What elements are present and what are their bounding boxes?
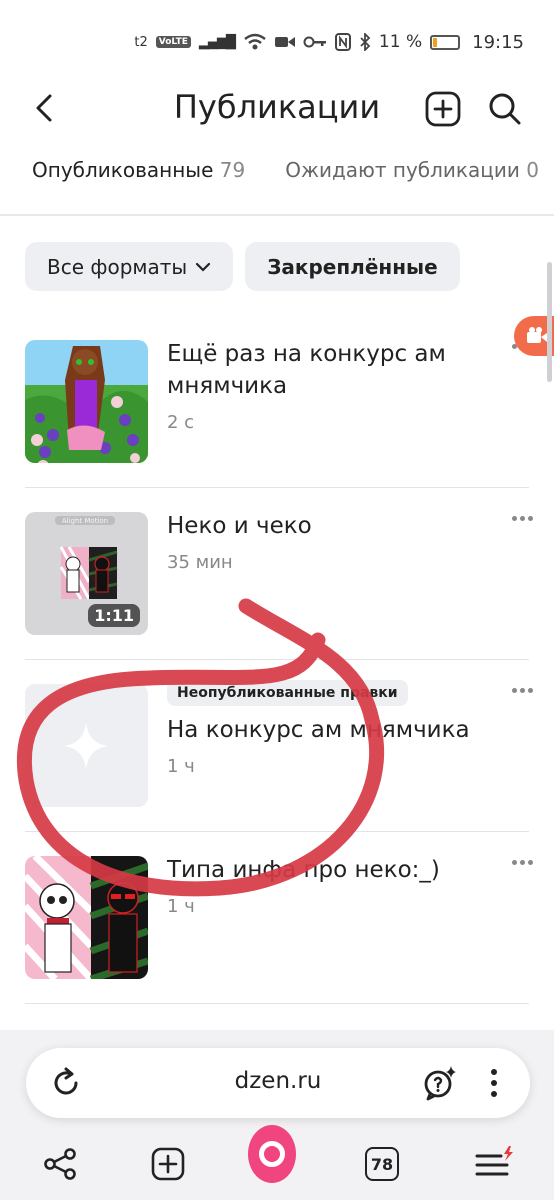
video-camera-icon [274, 37, 295, 47]
sparkle-placeholder-icon [63, 722, 109, 770]
record-icon [527, 327, 547, 343]
bluetooth-icon [360, 33, 371, 51]
publication-time: 35 мин [167, 552, 233, 573]
tabs-switcher-button[interactable]: 78 [358, 1140, 406, 1188]
watermark-text: Alight Motion [62, 517, 108, 525]
filter-chips: Все форматы Закреплённые [25, 242, 460, 291]
page-title: Публикации [173, 88, 381, 126]
clock: 19:15 [472, 31, 524, 53]
publication-title: Неко и чеко [167, 513, 312, 539]
publication-item[interactable]: Типа инфа про неко:_) 1 ч [0, 832, 554, 1004]
reload-button[interactable] [46, 1063, 86, 1103]
search-button[interactable] [486, 90, 524, 128]
add-square-icon [151, 1147, 185, 1181]
main-menu-button[interactable] [470, 1140, 518, 1188]
tab-count: 79 [219, 158, 246, 182]
publication-text: Неко и чеко 35 мин [167, 510, 494, 573]
chevron-down-icon [196, 262, 211, 272]
tab-label: Ожидают публикации [285, 158, 520, 182]
publication-time: 1 ч [167, 896, 195, 917]
app-header: Публикации [0, 84, 554, 132]
pinned-filter-chip[interactable]: Закреплённые [245, 242, 460, 291]
publication-tabs: Опубликованные 79 Ожидают публикации 0 [0, 158, 554, 198]
publication-item[interactable]: Неопубликованные правки На конкурс ам мн… [0, 660, 554, 832]
publication-thumbnail [25, 856, 148, 979]
back-arrow-icon [36, 94, 52, 122]
alice-icon [248, 1125, 296, 1183]
browser-menu-button[interactable] [480, 1063, 508, 1103]
back-button[interactable] [28, 88, 68, 128]
scrollbar[interactable] [547, 262, 552, 382]
battery-icon [430, 34, 461, 50]
publication-text: Ещё раз на конкурс ам мнямчика 2 с [167, 338, 494, 433]
publication-time: 1 ч [167, 756, 195, 777]
new-tab-button[interactable] [144, 1140, 192, 1188]
publication-text: Типа инфа про неко:_) 1 ч [167, 854, 494, 917]
key-icon [303, 36, 326, 48]
tab-scheduled[interactable]: Ожидают публикации 0 [285, 158, 539, 198]
publication-item[interactable]: Ещё раз на конкурс ам мнямчика 2 с [0, 316, 554, 488]
share-icon [44, 1148, 76, 1180]
unpublished-edits-badge: Неопубликованные правки [167, 680, 408, 706]
share-button[interactable] [36, 1140, 84, 1188]
tab-published[interactable]: Опубликованные 79 [32, 158, 245, 198]
battery-percent: 11 % [378, 32, 423, 52]
more-options-icon[interactable] [512, 516, 534, 526]
tab-label: Опубликованные [32, 158, 214, 182]
publication-list: Ещё раз на конкурс ам мнямчика 2 с Aligh… [0, 316, 554, 1004]
chat-sparkle-icon [424, 1066, 456, 1101]
tabs-count: 78 [365, 1147, 399, 1181]
address-bar[interactable]: dzen.ru [26, 1048, 530, 1118]
publication-thumbnail [25, 340, 148, 463]
publication-time: 2 с [167, 412, 195, 433]
wifi-icon [244, 33, 266, 50]
publication-title: На конкурс ам мнямчика [167, 717, 470, 743]
carrier-label: t2 [134, 34, 148, 50]
more-options-icon[interactable] [512, 688, 534, 698]
tabs-divider [0, 214, 554, 216]
publication-text: Неопубликованные правки На конкурс ам мн… [167, 680, 494, 777]
status-bar: t2 VoLTE ▂▄▆█ 11 % 19:15 [0, 0, 554, 84]
publication-thumbnail [25, 684, 148, 807]
publication-title: Типа инфа про неко:_) [167, 857, 440, 883]
reload-icon [54, 1067, 78, 1095]
browser-bottom-nav: 78 [0, 1125, 554, 1200]
more-options-icon[interactable] [512, 860, 534, 870]
add-square-icon [425, 91, 461, 127]
hamburger-menu-icon [475, 1146, 513, 1176]
format-filter-label: Все форматы [47, 254, 188, 279]
divider [25, 1003, 529, 1004]
publication-item[interactable]: Alight Motion 1:11 Неко и чеко 35 мин [0, 488, 554, 660]
volte-badge: VoLTE [155, 36, 191, 48]
signal-icon: ▂▄▆█ [198, 34, 236, 50]
add-publication-button[interactable] [424, 90, 462, 128]
vertical-dots-icon [491, 1069, 497, 1097]
video-duration: 1:11 [88, 604, 140, 627]
alice-assistant-button[interactable] [248, 1125, 296, 1183]
tab-count: 0 [526, 158, 539, 182]
nfc-icon [334, 33, 351, 51]
pinned-filter-label: Закреплённые [267, 254, 438, 279]
search-icon [489, 93, 521, 125]
publication-title: Ещё раз на конкурс ам мнямчика [167, 341, 446, 399]
publication-thumbnail: Alight Motion 1:11 [25, 512, 148, 635]
format-filter-dropdown[interactable]: Все форматы [25, 242, 234, 291]
ai-assistant-button[interactable] [420, 1063, 460, 1103]
